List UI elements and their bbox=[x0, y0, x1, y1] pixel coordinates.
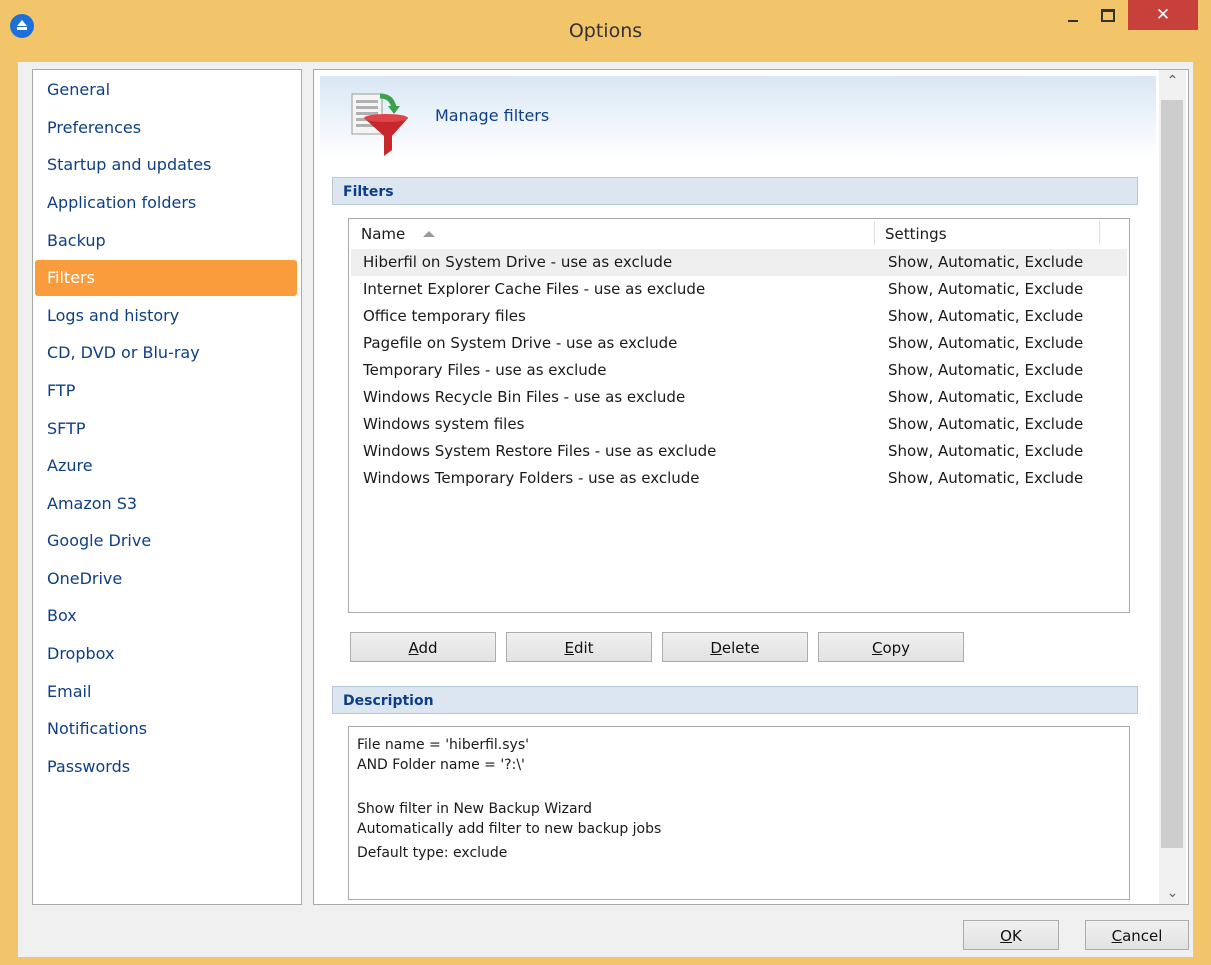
sidebar-item-email[interactable]: Email bbox=[35, 674, 297, 710]
scroll-down-icon[interactable]: ⌄ bbox=[1159, 882, 1186, 904]
filter-settings: Show, Automatic, Exclude bbox=[888, 361, 1084, 379]
filter-settings: Show, Automatic, Exclude bbox=[888, 442, 1084, 460]
column-divider[interactable] bbox=[874, 221, 875, 245]
table-row[interactable]: Windows Recycle Bin Files - use as exclu… bbox=[351, 384, 1127, 411]
sidebar-item-onedrive[interactable]: OneDrive bbox=[35, 561, 297, 597]
filter-settings: Show, Automatic, Exclude bbox=[888, 469, 1084, 487]
options-sidebar: General Preferences Startup and updates … bbox=[32, 69, 302, 905]
scrollbar-thumb[interactable] bbox=[1161, 100, 1183, 848]
filter-name: Pagefile on System Drive - use as exclud… bbox=[363, 334, 678, 352]
sidebar-item-azure[interactable]: Azure bbox=[35, 448, 297, 484]
description-line: AND Folder name = '?:\' bbox=[357, 757, 525, 773]
sidebar-item-dropbox[interactable]: Dropbox bbox=[35, 636, 297, 672]
cancel-button[interactable]: Cancel bbox=[1085, 920, 1189, 950]
delete-button[interactable]: Delete bbox=[662, 632, 808, 662]
table-row[interactable]: Hiberfil on System Drive - use as exclud… bbox=[351, 249, 1127, 276]
filter-name: Internet Explorer Cache Files - use as e… bbox=[363, 280, 706, 298]
filter-name: Office temporary files bbox=[363, 307, 526, 325]
sidebar-item-application-folders[interactable]: Application folders bbox=[35, 185, 297, 221]
sidebar-item-sftp[interactable]: SFTP bbox=[35, 411, 297, 447]
sidebar-item-ftp[interactable]: FTP bbox=[35, 373, 297, 409]
description-box: File name = 'hiberfil.sys' AND Folder na… bbox=[348, 726, 1130, 900]
sidebar-item-logs-and-history[interactable]: Logs and history bbox=[35, 298, 297, 334]
sidebar-item-amazon-s3[interactable]: Amazon S3 bbox=[35, 486, 297, 522]
filters-list[interactable]: Name Settings Hiberfil on System Drive -… bbox=[348, 218, 1130, 613]
filter-name: Windows Temporary Folders - use as exclu… bbox=[363, 469, 700, 487]
description-line: Default type: exclude bbox=[357, 845, 508, 861]
close-icon: ✕ bbox=[1155, 5, 1171, 25]
filter-name: Temporary Files - use as exclude bbox=[363, 361, 607, 379]
sidebar-item-general[interactable]: General bbox=[35, 72, 297, 108]
description-line: Automatically add filter to new backup j… bbox=[357, 821, 662, 837]
column-header-settings[interactable]: Settings bbox=[885, 225, 947, 243]
close-button[interactable]: ✕ bbox=[1128, 0, 1198, 30]
scroll-up-icon[interactable]: ⌃ bbox=[1159, 70, 1186, 92]
list-header: Name Settings bbox=[349, 219, 1129, 247]
options-window: Options ✕ General Preferences Startup an… bbox=[0, 0, 1211, 965]
sidebar-item-google-drive[interactable]: Google Drive bbox=[35, 523, 297, 559]
copy-button[interactable]: Copy bbox=[818, 632, 964, 662]
column-header-name[interactable]: Name bbox=[361, 225, 405, 243]
panel-header: Manage filters bbox=[320, 76, 1156, 158]
filter-name: Windows Recycle Bin Files - use as exclu… bbox=[363, 388, 686, 406]
vertical-scrollbar[interactable]: ⌃ ⌄ bbox=[1159, 70, 1186, 904]
sidebar-item-passwords[interactable]: Passwords bbox=[35, 749, 297, 785]
sidebar-item-backup[interactable]: Backup bbox=[35, 223, 297, 259]
filter-funnel-icon bbox=[351, 93, 408, 156]
sort-ascending-icon bbox=[423, 231, 435, 237]
table-row[interactable]: Office temporary files Show, Automatic, E… bbox=[351, 303, 1127, 330]
title-bar: Options ✕ bbox=[0, 0, 1211, 62]
filter-settings: Show, Automatic, Exclude bbox=[888, 388, 1084, 406]
maximize-button[interactable] bbox=[1092, 0, 1122, 30]
sidebar-item-startup-and-updates[interactable]: Startup and updates bbox=[35, 147, 297, 183]
filter-name: Windows system files bbox=[363, 415, 525, 433]
sidebar-item-notifications[interactable]: Notifications bbox=[35, 711, 297, 747]
description-line: File name = 'hiberfil.sys' bbox=[357, 737, 529, 753]
filter-name: Hiberfil on System Drive - use as exclud… bbox=[363, 253, 673, 271]
sidebar-item-cd-dvd-bluray[interactable]: CD, DVD or Blu-ray bbox=[35, 335, 297, 371]
filter-settings: Show, Automatic, Exclude bbox=[888, 307, 1084, 325]
filters-panel: Manage filters Filters Name Settings Hib… bbox=[313, 69, 1189, 905]
table-row[interactable]: Windows Temporary Folders - use as exclu… bbox=[351, 465, 1127, 492]
minimize-button[interactable] bbox=[1058, 0, 1088, 30]
filter-settings: Show, Automatic, Exclude bbox=[888, 415, 1084, 433]
description-line: Show filter in New Backup Wizard bbox=[357, 801, 592, 817]
filter-settings: Show, Automatic, Exclude bbox=[888, 280, 1084, 298]
table-row[interactable]: Windows System Restore Files - use as ex… bbox=[351, 438, 1127, 465]
table-row[interactable]: Temporary Files - use as exclude Show, Au… bbox=[351, 357, 1127, 384]
description-section-header: Description bbox=[332, 686, 1138, 714]
sidebar-item-filters[interactable]: Filters bbox=[35, 260, 297, 296]
sidebar-item-preferences[interactable]: Preferences bbox=[35, 110, 297, 146]
window-title: Options bbox=[568, 20, 643, 42]
sidebar-item-box[interactable]: Box bbox=[35, 598, 297, 634]
filter-name: Windows System Restore Files - use as ex… bbox=[363, 442, 717, 460]
page-title: Manage filters bbox=[435, 106, 550, 125]
filters-section-header: Filters bbox=[332, 177, 1138, 205]
table-row[interactable]: Internet Explorer Cache Files - use as e… bbox=[351, 276, 1127, 303]
edit-button[interactable]: Edit bbox=[506, 632, 652, 662]
dialog-client: General Preferences Startup and updates … bbox=[18, 62, 1193, 957]
add-button[interactable]: Add bbox=[350, 632, 496, 662]
table-row[interactable]: Pagefile on System Drive - use as exclud… bbox=[351, 330, 1127, 357]
column-divider[interactable] bbox=[1099, 221, 1100, 245]
filter-settings: Show, Automatic, Exclude bbox=[888, 334, 1084, 352]
table-row[interactable]: Windows system files Show, Automatic, Exc… bbox=[351, 411, 1127, 438]
ok-button[interactable]: OK bbox=[963, 920, 1059, 950]
filter-settings: Show, Automatic, Exclude bbox=[888, 253, 1084, 271]
